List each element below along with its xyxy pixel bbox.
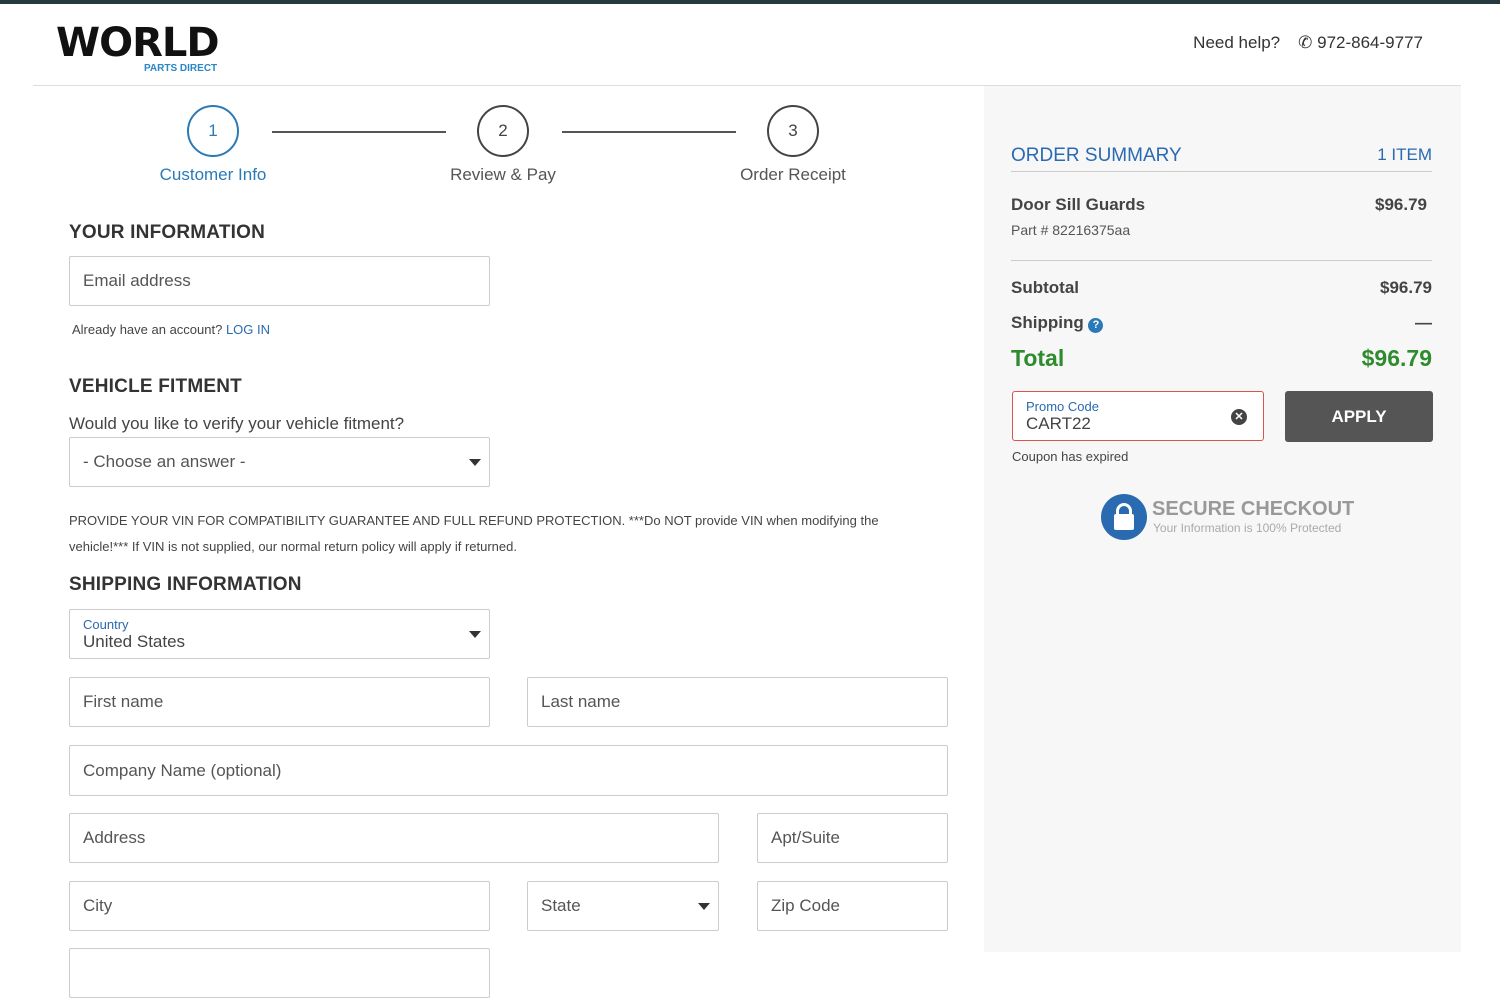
phone-link[interactable]: ✆ 972-864-9777 — [1298, 33, 1423, 53]
apt-input[interactable]: Apt/Suite — [757, 813, 948, 863]
item-price: $96.79 — [1375, 195, 1427, 214]
divider — [1011, 260, 1432, 261]
login-link[interactable]: LOG IN — [226, 322, 270, 337]
need-help-label: Need help? — [1193, 33, 1281, 52]
apply-button[interactable]: APPLY — [1285, 391, 1433, 442]
promo-error: Coupon has expired — [1012, 449, 1129, 464]
fitment-select[interactable]: - Choose an answer - — [69, 437, 490, 487]
step-review-pay: 2 Review & Pay — [443, 105, 563, 185]
chevron-down-icon — [698, 903, 710, 910]
zip-input[interactable]: Zip Code — [757, 881, 948, 931]
top-bar — [0, 0, 1500, 4]
lock-icon — [1101, 494, 1147, 540]
next-field[interactable] — [69, 948, 490, 998]
last-name-input[interactable]: Last name — [527, 677, 948, 727]
fitment-question: Would you like to verify your vehicle fi… — [69, 414, 405, 433]
item-name: Door Sill Guards — [1011, 195, 1146, 214]
address-input[interactable]: Address — [69, 813, 719, 863]
country-select[interactable]: Country United States — [69, 609, 490, 659]
secure-checkout-subtitle: Your Information is 100% Protected — [1153, 521, 1342, 535]
clear-icon[interactable]: ✕ — [1231, 409, 1247, 425]
shipping-information-title: SHIPPING INFORMATION — [69, 574, 302, 595]
first-name-input[interactable]: First name — [69, 677, 490, 727]
phone-icon: ✆ — [1298, 33, 1313, 52]
step-connector — [272, 131, 446, 133]
email-input[interactable]: Email address — [69, 256, 490, 306]
your-information-title: YOUR INFORMATION — [69, 222, 266, 243]
step-customer-info: 1 Customer Info — [153, 105, 273, 185]
secure-checkout-title: SECURE CHECKOUT — [1152, 498, 1355, 520]
city-input[interactable]: City — [69, 881, 490, 931]
total-row: Total $96.79 — [1011, 345, 1432, 371]
step-connector — [562, 131, 736, 133]
help-icon[interactable]: ? — [1088, 318, 1104, 333]
vehicle-fitment-title: VEHICLE FITMENT — [69, 376, 242, 397]
state-select[interactable]: State — [527, 881, 719, 931]
logo[interactable]: WORLD PARTS DIRECT — [56, 20, 226, 76]
shipping-row: Shipping ? — — [1011, 313, 1432, 333]
account-prompt: Already have an account? LOG IN — [72, 322, 271, 337]
subtotal-row: Subtotal $96.79 — [1011, 278, 1432, 297]
company-input[interactable]: Company Name (optional) — [69, 745, 948, 796]
line-item: Door Sill Guards $96.79 — [1011, 195, 1432, 215]
help-contact: Need help? ✆ 972-864-9777 — [1193, 33, 1423, 53]
order-summary-header: ORDER SUMMARY 1 ITEM — [1011, 145, 1432, 172]
chevron-down-icon — [469, 459, 481, 466]
step-order-receipt: 3 Order Receipt — [733, 105, 853, 185]
promo-code-input[interactable]: Promo Code CART22 ✕ — [1012, 391, 1264, 441]
chevron-down-icon — [469, 631, 481, 638]
vin-notice: PROVIDE YOUR VIN FOR COMPATIBILITY GUARA… — [69, 513, 879, 554]
item-part-number: Part # 82216375aa — [1011, 222, 1131, 238]
